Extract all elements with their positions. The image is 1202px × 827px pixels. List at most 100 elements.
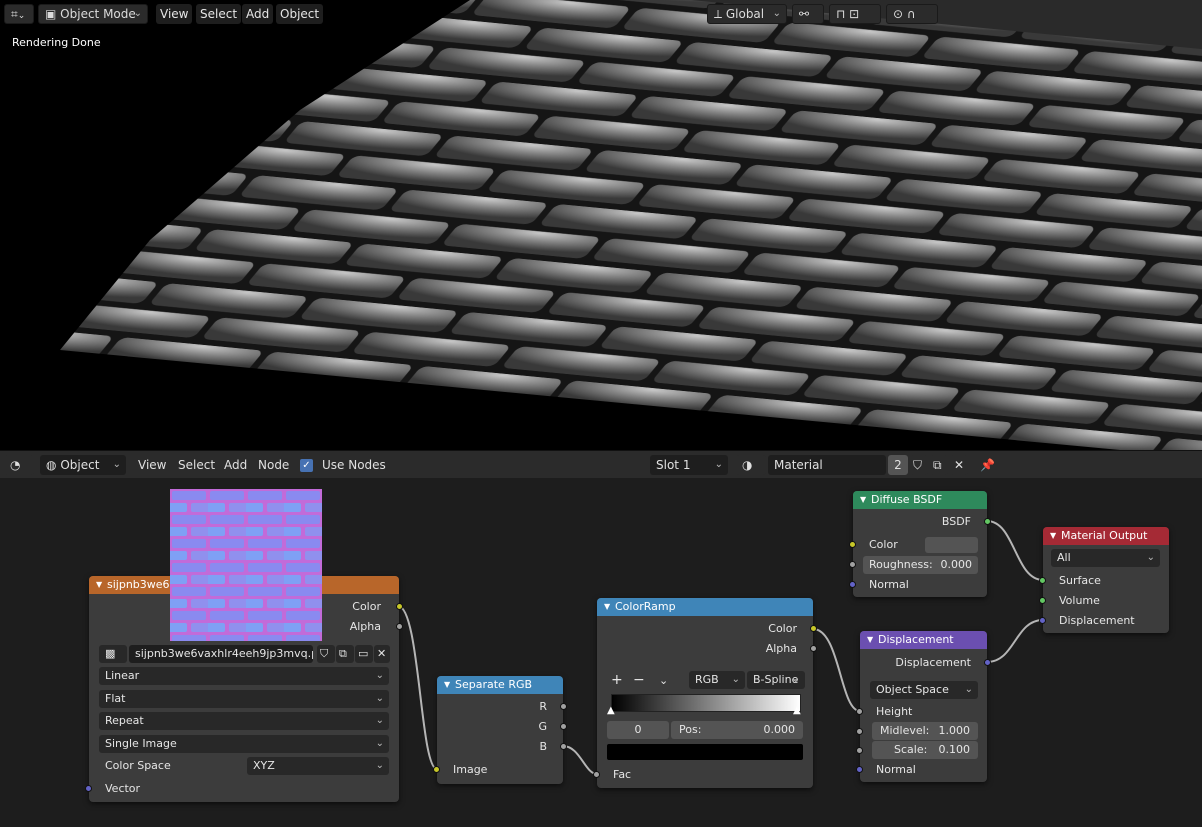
image-browse-button[interactable]: ▩ <box>99 645 127 663</box>
output-b-socket[interactable] <box>560 743 567 750</box>
projection-dropdown[interactable]: Flat ⌄ <box>99 690 389 708</box>
input-normal-socket[interactable] <box>856 766 863 773</box>
material-output-node[interactable]: ▼ Material Output All ⌄ Surface Volume Di… <box>1039 527 1169 633</box>
fake-user-icon[interactable]: ⛉ <box>317 645 335 663</box>
link-displacement <box>986 619 1044 663</box>
color-ramp-gradient[interactable] <box>611 694 801 712</box>
color-mode-dropdown[interactable]: RGB ⌄ <box>689 671 745 689</box>
open-folder-icon[interactable]: ▭ <box>355 645 373 663</box>
input-displacement-socket[interactable] <box>1039 617 1046 624</box>
collapse-triangle-icon[interactable]: ▼ <box>444 676 450 694</box>
scale-label: Scale: <box>894 743 928 756</box>
output-alpha-socket[interactable] <box>396 623 403 630</box>
pos-label: Pos: <box>679 723 702 736</box>
node-title: Material Output <box>1061 529 1148 542</box>
node-header[interactable]: ▼ Material Output <box>1043 527 1169 545</box>
output-b-label: B <box>539 740 547 753</box>
extension-label: Repeat <box>105 714 144 727</box>
collapse-triangle-icon[interactable]: ▼ <box>604 598 610 616</box>
target-label: All <box>1057 551 1071 564</box>
source-label: Single Image <box>105 737 177 750</box>
output-color-label: Color <box>352 600 381 613</box>
node-title: Displacement <box>878 633 954 646</box>
output-bsdf-label: BSDF <box>941 515 971 528</box>
input-roughness-socket[interactable] <box>849 561 856 568</box>
input-normal-label: Normal <box>876 763 916 776</box>
input-volume-socket[interactable] <box>1039 597 1046 604</box>
link-bsdf-to-surface <box>986 520 1044 581</box>
input-normal-socket[interactable] <box>849 581 856 588</box>
output-bsdf-socket[interactable] <box>984 518 991 525</box>
chevron-down-icon: ⌄ <box>791 674 800 685</box>
output-alpha-socket[interactable] <box>810 645 817 652</box>
input-volume-label: Volume <box>1059 594 1100 607</box>
output-displacement-socket[interactable] <box>984 659 991 666</box>
input-vector-socket[interactable] <box>85 785 92 792</box>
color-swatch[interactable] <box>925 537 978 553</box>
node-header[interactable]: ▼ Diffuse BSDF <box>853 491 987 509</box>
node-title: Diffuse BSDF <box>871 493 943 506</box>
chevron-down-icon[interactable]: ⌄ <box>659 674 668 687</box>
input-fac-socket[interactable] <box>593 771 600 778</box>
duplicate-icon[interactable]: ⧉ <box>336 645 354 663</box>
image-preview <box>170 489 322 641</box>
remove-stop-button[interactable]: − <box>633 672 645 688</box>
midlevel-field[interactable]: Midlevel: 1.000 <box>872 722 978 740</box>
ramp-stop-white[interactable]: ▲ <box>793 705 801 716</box>
roughness-field[interactable]: Roughness: 0.000 <box>863 556 978 574</box>
input-color-socket[interactable] <box>849 541 856 548</box>
source-dropdown[interactable]: Single Image ⌄ <box>99 735 389 753</box>
unlink-icon[interactable]: ✕ <box>374 645 390 663</box>
link-color-to-height <box>812 628 861 712</box>
pos-value: 0.000 <box>763 723 796 736</box>
chevron-down-icon: ⌄ <box>375 738 384 749</box>
space-dropdown[interactable]: Object Space ⌄ <box>870 681 978 699</box>
collapse-triangle-icon[interactable]: ▼ <box>1050 527 1056 545</box>
interpolation-label: Linear <box>105 669 140 682</box>
target-dropdown[interactable]: All ⌄ <box>1051 549 1160 567</box>
active-stop-index[interactable]: 0 <box>607 721 669 739</box>
chevron-down-icon: ⌄ <box>964 684 973 695</box>
input-surface-socket[interactable] <box>1039 577 1046 584</box>
input-surface-label: Surface <box>1059 574 1101 587</box>
output-displacement-label: Displacement <box>895 656 971 669</box>
interpolation-dropdown[interactable]: B-Spline ⌄ <box>747 671 805 689</box>
chevron-down-icon: ⌄ <box>731 674 740 685</box>
node-header[interactable]: ▼ Displacement <box>860 631 987 649</box>
input-height-label: Height <box>876 705 913 718</box>
interpolation-dropdown[interactable]: Linear ⌄ <box>99 667 389 685</box>
input-scale-socket[interactable] <box>856 747 863 754</box>
image-filename-field[interactable]: sijpnb3we6vaxhlr4eeh9jp3mvq.png <box>129 645 313 663</box>
output-g-socket[interactable] <box>560 723 567 730</box>
collapse-triangle-icon[interactable]: ▼ <box>96 576 102 594</box>
scale-field[interactable]: Scale: 0.100 <box>872 741 978 759</box>
collapse-triangle-icon[interactable]: ▼ <box>860 491 866 509</box>
output-alpha-label: Alpha <box>765 642 797 655</box>
collapse-triangle-icon[interactable]: ▼ <box>867 631 873 649</box>
input-height-socket[interactable] <box>856 708 863 715</box>
input-vector-label: Vector <box>105 782 141 795</box>
extension-dropdown[interactable]: Repeat ⌄ <box>99 712 389 730</box>
diffuse-bsdf-node[interactable]: ▼ Diffuse BSDF BSDF Color Roughness: 0.0… <box>849 491 991 597</box>
node-title: Separate RGB <box>455 678 533 691</box>
stop-color-swatch[interactable] <box>607 744 803 760</box>
node-header[interactable]: ▼ Separate RGB <box>437 676 563 694</box>
add-stop-button[interactable]: + <box>611 672 623 688</box>
input-midlevel-socket[interactable] <box>856 728 863 735</box>
node-title: ColorRamp <box>615 600 676 613</box>
output-color-socket[interactable] <box>810 625 817 632</box>
colorramp-node[interactable]: ▼ ColorRamp Color Alpha + − ⌄ RGB ⌄ B-Spl… <box>593 598 817 788</box>
input-image-socket[interactable] <box>433 766 440 773</box>
separate-rgb-node[interactable]: ▼ Separate RGB R G B Image <box>433 676 567 784</box>
displacement-node[interactable]: ▼ Displacement Displacement Object Space… <box>856 631 991 782</box>
color-space-dropdown[interactable]: XYZ ⌄ <box>247 757 389 775</box>
chevron-down-icon: ⌄ <box>375 693 384 704</box>
stop-position-field[interactable]: Pos: 0.000 <box>671 721 803 739</box>
node-header[interactable]: ▼ ColorRamp <box>597 598 813 616</box>
input-color-label: Color <box>869 538 898 551</box>
roughness-value: 0.000 <box>940 558 973 571</box>
output-color-socket[interactable] <box>396 603 403 610</box>
color-mode-label: RGB <box>695 673 719 686</box>
output-r-socket[interactable] <box>560 703 567 710</box>
ramp-stop-black[interactable]: ▲ <box>607 705 615 716</box>
